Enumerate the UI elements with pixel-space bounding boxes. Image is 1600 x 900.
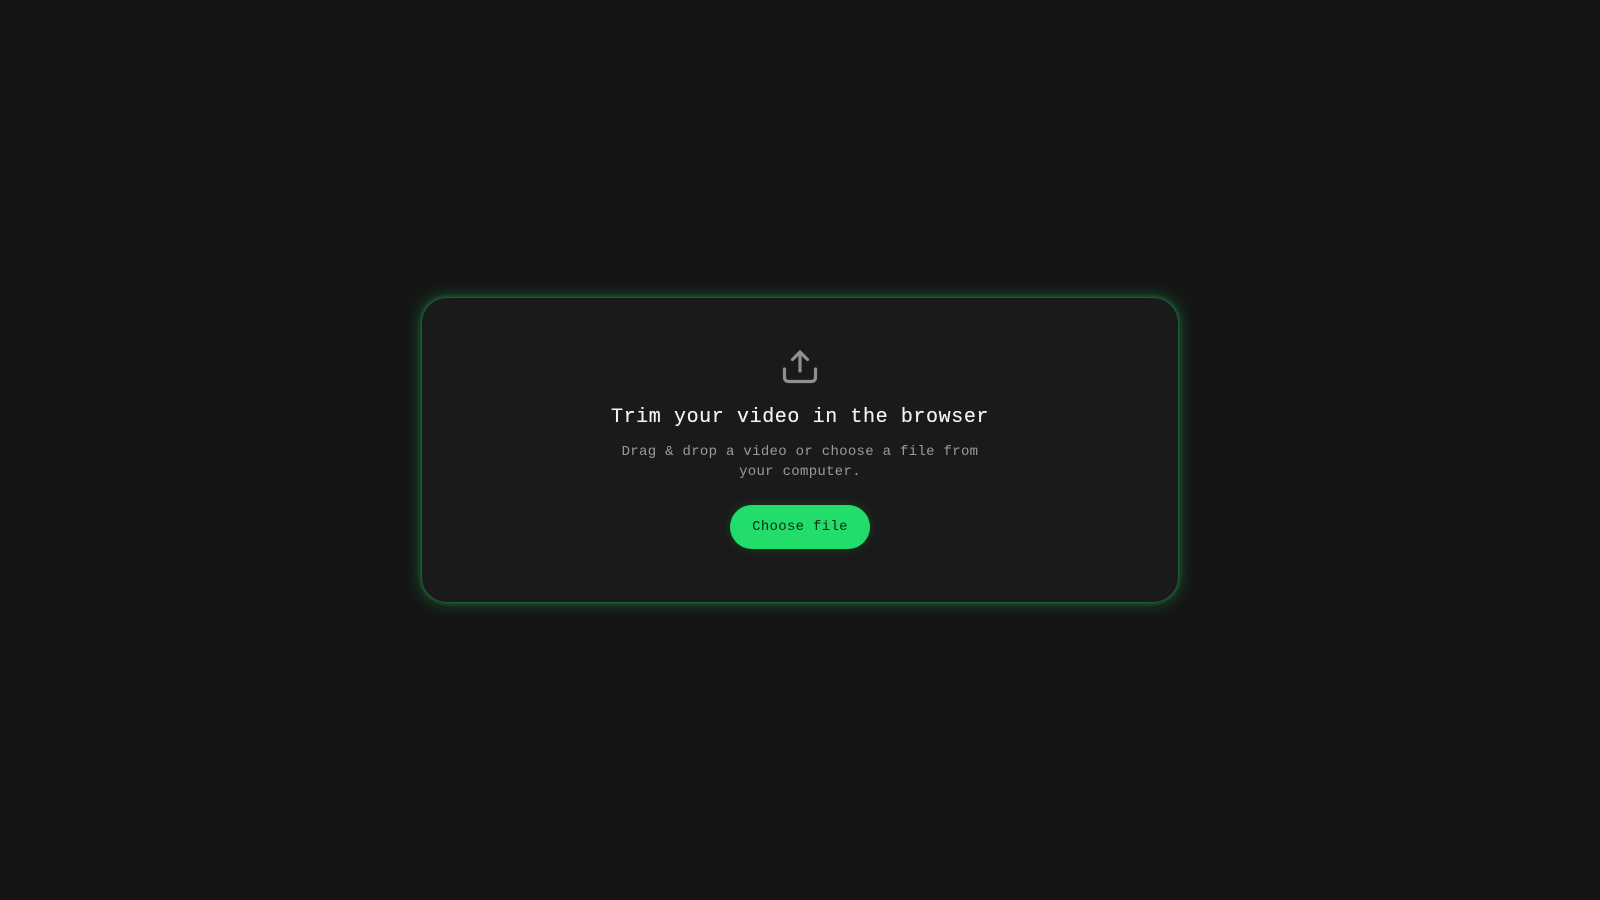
upload-icon: [782, 350, 818, 384]
choose-file-button[interactable]: Choose file: [730, 505, 870, 549]
upload-title: Trim your video in the browser: [610, 406, 990, 429]
upload-subtitle: Drag & drop a video or choose a file fro…: [621, 444, 979, 480]
drop-zone-content: Trim your video in the browser Drag & dr…: [422, 298, 1178, 549]
video-drop-zone[interactable]: Trim your video in the browser Drag & dr…: [421, 297, 1179, 603]
